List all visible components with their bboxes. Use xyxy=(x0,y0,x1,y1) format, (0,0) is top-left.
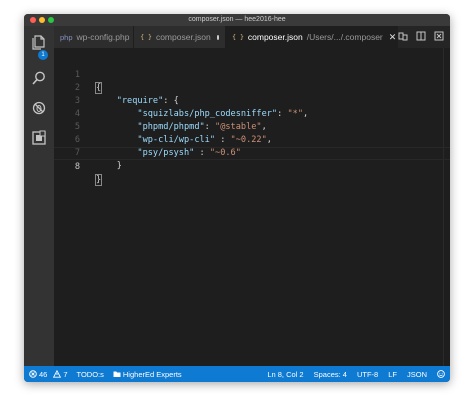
explorer-badge: 1 xyxy=(38,50,48,60)
code-line: 4 "phpmd/phpmd": "@stable", xyxy=(54,95,450,132)
tab-wp-config[interactable]: php wp-config.php xyxy=(54,26,135,48)
tab-composer-json[interactable]: { } composer.json xyxy=(134,26,227,48)
tab-bar: php wp-config.php { } composer.json { } … xyxy=(54,26,450,48)
warning-icon xyxy=(53,370,62,378)
json-braces-icon: { } xyxy=(232,33,244,41)
close-editor-group-icon[interactable] xyxy=(434,28,444,46)
minimize-window-button[interactable] xyxy=(39,17,45,23)
text-cursor xyxy=(101,174,103,185)
todo-label: TODO:s xyxy=(76,369,104,379)
code-line: 5 "wp-cli/wp-cli" : "~0.22", xyxy=(54,108,450,145)
project-indicator[interactable]: HigherEd Experts xyxy=(113,370,182,379)
code-editor[interactable]: 1 { 2 "require": { 3 "squizlabs/php_code… xyxy=(54,48,450,366)
language-mode[interactable]: JSON xyxy=(407,370,427,379)
indentation[interactable]: Spaces: 4 xyxy=(314,370,347,379)
line-number: 8 xyxy=(74,162,80,172)
encoding[interactable]: UTF-8 xyxy=(357,370,378,379)
error-icon xyxy=(29,370,37,378)
json-brace: } xyxy=(116,161,122,171)
unsaved-dot-icon[interactable] xyxy=(216,34,220,40)
project-name: HigherEd Experts xyxy=(122,369,182,379)
code-line: 6 "psy/psysh" : "~0.6" xyxy=(54,121,450,158)
folder-icon xyxy=(113,371,121,377)
code-line: 1 { xyxy=(54,56,450,94)
tab-label: composer.json xyxy=(155,32,211,42)
cursor-position[interactable]: Ln 8, Col 2 xyxy=(267,370,303,379)
close-window-button[interactable] xyxy=(30,17,36,23)
editor-actions xyxy=(398,26,450,48)
problems-indicator[interactable]: 46 7 xyxy=(29,370,68,379)
search-icon[interactable] xyxy=(31,70,47,86)
end-of-line[interactable]: LF xyxy=(388,370,397,379)
code-line: 7 } xyxy=(54,134,450,171)
editor-window: composer.json — hee2016-hee 1 php wp-con… xyxy=(24,14,450,382)
status-bar: 46 7 TODO:s HigherEd Experts Ln 8, Col 2… xyxy=(24,366,450,382)
warning-count: 7 xyxy=(63,369,68,379)
todo-indicator[interactable]: TODO:s xyxy=(77,370,104,379)
php-file-icon: php xyxy=(60,32,73,42)
activity-bar: 1 xyxy=(24,26,54,366)
tab-path: /Users/.../.composer xyxy=(306,32,383,42)
code-line-current: 8 } xyxy=(54,147,450,186)
error-count: 46 xyxy=(39,369,48,379)
tab-composer-json-active[interactable]: { } composer.json /Users/.../.composer ✕ xyxy=(226,26,399,48)
json-braces-icon: { } xyxy=(140,33,152,41)
compare-icon[interactable] xyxy=(398,28,408,46)
title-bar: composer.json — hee2016-hee xyxy=(24,14,450,26)
status-bar-right: Ln 8, Col 2 Spaces: 4 UTF-8 LF JSON xyxy=(267,370,445,379)
close-tab-icon[interactable]: ✕ xyxy=(389,32,397,43)
debug-icon[interactable] xyxy=(31,100,47,116)
extensions-icon[interactable] xyxy=(31,130,47,146)
code-line: 3 "squizlabs/php_codesniffer": "*", xyxy=(54,82,450,119)
window-title: composer.json — hee2016-hee xyxy=(188,16,286,23)
zoom-window-button[interactable] xyxy=(48,17,54,23)
explorer-icon[interactable] xyxy=(31,34,47,50)
code-line: 2 "require": { xyxy=(54,69,450,106)
feedback-smiley-icon[interactable] xyxy=(437,370,445,378)
tab-label: composer.json xyxy=(247,32,303,42)
tab-label: wp-config.php xyxy=(76,32,130,42)
split-editor-icon[interactable] xyxy=(416,28,426,46)
